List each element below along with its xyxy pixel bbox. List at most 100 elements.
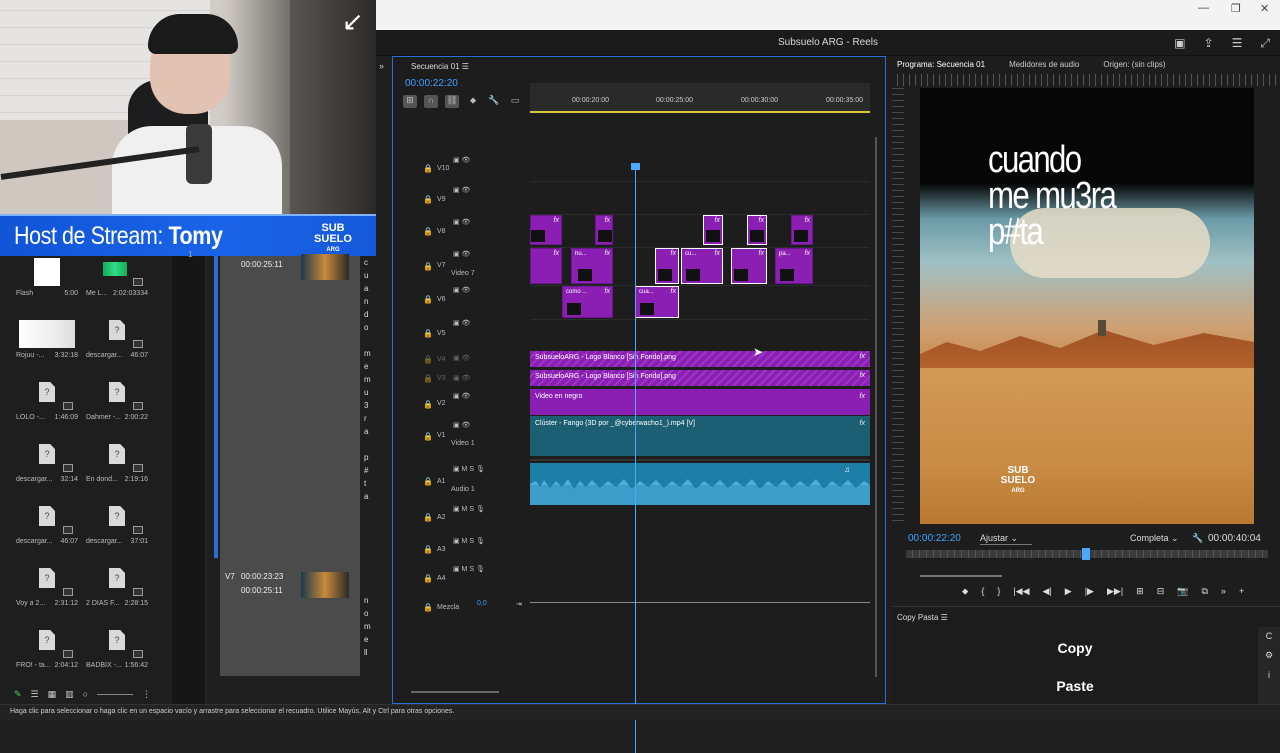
project-item[interactable]: ? descargar... 46:07 — [84, 320, 150, 359]
track-target-icon[interactable]: ▣ 👁 — [453, 354, 470, 362]
insert-sequence-icon[interactable]: ⊞ — [403, 95, 417, 108]
sequence-tab[interactable]: Secuencia 01 ☰ — [411, 62, 469, 71]
track-header-v6[interactable]: 🔒 ▣ 👁 V6 — [393, 286, 530, 321]
fit-dropdown[interactable]: Ajustar ⌄ — [980, 533, 1033, 545]
track-target-icon[interactable]: ▣ 👁 — [453, 286, 470, 294]
timeline-timecode[interactable]: 00:00:22:20 — [405, 78, 458, 89]
share-icon[interactable]: ⇪ — [1204, 36, 1214, 51]
clip-v3-logo[interactable]: SubsueloARG - Logo Blanco [Sin Fondo].pn… — [530, 370, 870, 386]
linked-selection-icon[interactable]: ⛓ — [445, 95, 459, 108]
track-header-v8[interactable]: 🔒 ▣ 👁 V8 — [393, 217, 530, 249]
step-back-button[interactable]: ◀| — [1043, 586, 1052, 597]
track-target-icon[interactable]: ▣ 👁 — [453, 374, 470, 382]
lock-icon[interactable]: 🔒 — [423, 513, 433, 522]
track-header-a2[interactable]: 🔒 ▣ M S 🎙 A2 — [393, 505, 530, 540]
clip-v7[interactable]: pa... fx — [775, 248, 813, 284]
lock-icon[interactable]: 🔒 — [423, 329, 433, 338]
horizontal-scrollbar[interactable] — [411, 691, 499, 693]
pencil-icon[interactable]: ✎ — [14, 689, 22, 700]
lock-icon[interactable]: 🔒 — [423, 477, 433, 486]
lock-icon[interactable]: 🔒 — [423, 355, 433, 364]
track-target-icon[interactable]: ▣ 👁 — [453, 218, 470, 226]
maximize-button[interactable]: ❐ — [1231, 2, 1241, 15]
clip-v2-black-video[interactable]: Video en negro fx — [530, 389, 870, 415]
export-frame-button[interactable]: 📷 — [1177, 586, 1188, 597]
track-header-a1[interactable]: 🔒 ▣ M S 🎙 A1 Audio 1 — [393, 464, 530, 496]
playhead[interactable] — [631, 163, 640, 753]
lift-button[interactable]: ⊞ — [1136, 586, 1144, 597]
gear-icon[interactable]: ⚙ — [1265, 650, 1273, 661]
clip-v8[interactable]: fx — [703, 215, 723, 245]
quality-dropdown[interactable]: Completa ⌄ — [1130, 533, 1179, 544]
extract-button[interactable]: ⊟ — [1157, 586, 1165, 597]
caption-1-thumbnail[interactable] — [301, 254, 349, 280]
project-item[interactable]: Me L... 2:02:03334 — [84, 258, 150, 297]
step-forward-button[interactable]: |▶ — [1085, 586, 1094, 597]
refresh-icon[interactable]: C — [1266, 631, 1273, 641]
clip-v7[interactable]: cu... fx — [681, 248, 723, 284]
add-marker-button[interactable]: ⬥ — [962, 586, 968, 597]
track-target-icon[interactable]: ▣ 👁 — [453, 392, 470, 400]
track-header-a4[interactable]: 🔒 ▣ M S 🎙 A4 — [393, 565, 530, 600]
track-header-v10[interactable]: 🔒 ▣ 👁 V10 — [393, 155, 530, 187]
track-target-icon[interactable]: ▣ 👁 — [453, 250, 470, 258]
lock-icon[interactable]: 🔒 — [423, 603, 433, 612]
compare-button[interactable]: ⧉ — [1201, 586, 1207, 597]
project-item[interactable]: ? En dond... 2:19:16 — [84, 444, 150, 483]
mark-in-button[interactable]: { — [981, 586, 984, 597]
copy-button[interactable]: Copy — [896, 631, 1254, 665]
clip-v7[interactable]: fx — [731, 248, 767, 284]
project-item[interactable]: ? Dahmer -... 2:00:22 — [84, 382, 150, 421]
snap-magnet-icon[interactable]: ∩ — [424, 95, 438, 108]
project-item[interactable]: ? descargar... 37:01 — [84, 506, 150, 545]
mix-volume-line[interactable] — [530, 602, 870, 603]
play-button[interactable]: ▶ — [1065, 586, 1072, 597]
list-view-icon[interactable]: ☰ — [31, 689, 39, 700]
add-marker-icon[interactable]: ⬥ — [466, 95, 480, 108]
fullscreen-icon[interactable]: ⤢ — [1260, 36, 1270, 51]
track-header-v9[interactable]: 🔒 ▣ 👁 V9 — [393, 185, 530, 217]
project-item[interactable]: ? descargar... 32:14 — [14, 444, 80, 483]
clip-v4-logo[interactable]: SubsueloARG - Logo Blanco [Sin Fondo].pn… — [530, 351, 870, 367]
lock-icon[interactable]: 🔒 — [423, 574, 433, 583]
workspace-icon[interactable]: ▣ — [1174, 36, 1185, 51]
expand-panels-icon[interactable]: » — [379, 61, 384, 71]
copy-pasta-title[interactable]: Copy Pasta ☰ — [897, 613, 948, 622]
button-editor-button[interactable]: + — [1239, 586, 1244, 597]
track-header-mix[interactable]: 🔒 Mezcla 0,0 ⇥ — [393, 597, 530, 629]
clip-v1-video[interactable]: Clúster - Fango (3D por _@cyberwacho1_).… — [530, 416, 870, 456]
mute-solo-icons[interactable]: ▣ M S 🎙 — [453, 505, 485, 513]
clip-v8[interactable]: fx — [791, 215, 813, 245]
clip-v8[interactable]: fx — [530, 215, 562, 245]
track-target-icon[interactable]: ▣ 👁 — [453, 186, 470, 194]
track-header-v1[interactable]: 🔒 ▣ 👁 V1 Video 1 — [393, 418, 530, 450]
wrench-icon[interactable]: 🔧 — [487, 95, 501, 108]
mute-solo-icons[interactable]: ▣ M S 🎙 — [453, 565, 485, 573]
tab-audio-meters[interactable]: Medidores de audio — [1009, 60, 1079, 69]
tab-menu-icon[interactable]: ☰ — [462, 62, 469, 71]
clip-v7[interactable]: fx — [530, 248, 562, 284]
go-to-in-button[interactable]: |◀◀ — [1013, 586, 1029, 597]
lock-icon[interactable]: 🔒 — [423, 400, 433, 409]
zoom-slider-track[interactable] — [97, 693, 134, 695]
time-ruler[interactable]: 00:00:20:00 00:00:25:00 00:00:30:00 00:0… — [530, 83, 870, 113]
settings-wrench-icon[interactable]: 🔧 — [1192, 533, 1203, 544]
captions-icon[interactable]: ▭ — [508, 95, 522, 108]
mix-volume-value[interactable]: 0,0 — [477, 600, 487, 607]
mute-solo-icons[interactable]: ▣ M S 🎙 — [453, 465, 485, 473]
program-timecode[interactable]: 00:00:22:20 — [908, 533, 961, 544]
project-item[interactable]: Rojuu -... 3:32:18 — [14, 320, 80, 359]
track-header-v7[interactable]: 🔒 ▣ 👁 V7 Video 7 — [393, 250, 530, 282]
more-controls-button[interactable]: » — [1221, 586, 1226, 597]
clip-v8[interactable]: fx — [747, 215, 767, 245]
project-item[interactable]: ? BADBIX -... 1:56:42 — [84, 630, 150, 669]
lock-icon[interactable]: 🔒 — [423, 545, 433, 554]
project-item[interactable]: Flash 5:00 — [14, 258, 80, 297]
program-scrubber[interactable] — [906, 548, 1268, 560]
scrubber-playhead[interactable] — [1082, 548, 1090, 560]
mark-out-button[interactable]: } — [997, 586, 1000, 597]
mute-solo-icons[interactable]: ▣ M S 🎙 — [453, 537, 485, 545]
clip-v6[interactable]: cua... fx — [635, 286, 679, 318]
mix-pan-icon[interactable]: ⇥ — [516, 600, 522, 608]
project-item[interactable]: ? FRO! - ta... 2:04:12 — [14, 630, 80, 669]
